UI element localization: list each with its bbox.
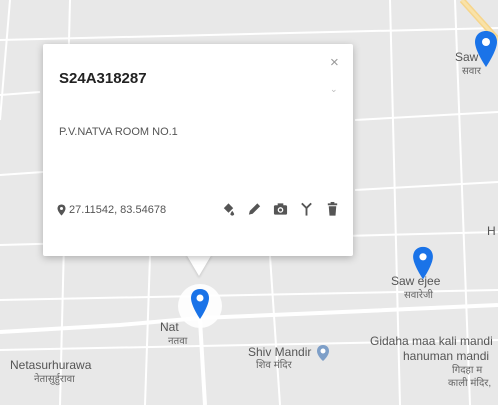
poi-label-hindi: गिदहा म	[452, 365, 483, 376]
poi-label-hindi: काली मंदिर,	[448, 378, 492, 389]
temple-poi-icon[interactable]	[316, 344, 330, 362]
poi-label-hindi: शिव मंदिर	[256, 360, 292, 371]
coordinates-row: 27.11542, 83.54678	[57, 204, 166, 216]
trash-icon[interactable]	[325, 201, 340, 217]
site-id-title: S24A318287	[59, 70, 147, 87]
site-description: P.V.NATVA ROOM NO.1	[59, 126, 178, 138]
place-label: H	[487, 224, 496, 238]
poi-label: Shiv Mandir	[248, 345, 312, 359]
selected-location-marker[interactable]	[177, 283, 223, 329]
camera-icon[interactable]	[273, 201, 288, 217]
chevron-down-icon[interactable]: ⌄	[330, 84, 338, 95]
paint-bucket-icon[interactable]	[221, 201, 236, 217]
place-label: Netasurhurawa	[10, 358, 92, 372]
place-label: Saw	[455, 50, 479, 64]
place-label: Nat	[160, 320, 179, 334]
place-label-hindi: सवारेजी	[404, 290, 434, 301]
info-popup: S24A318287 × ⌄ P.V.NATVA ROOM NO.1 27.11…	[43, 44, 353, 256]
coordinates-text: 27.11542, 83.54678	[69, 204, 167, 216]
antenna-icon[interactable]	[299, 201, 314, 217]
popup-toolbar	[221, 201, 340, 217]
place-label-hindi: नेतासुर्हुरावा	[34, 374, 75, 385]
poi-label: Gidaha maa kali mandi	[370, 334, 493, 348]
pin-icon	[57, 204, 66, 216]
place-label: Saw ejee	[391, 274, 441, 288]
poi-label: hanuman mandi	[403, 349, 490, 363]
close-icon[interactable]: ×	[330, 55, 339, 70]
place-label-hindi: नतवा	[168, 336, 188, 347]
popup-pointer	[186, 254, 212, 276]
place-label-hindi: सवार	[462, 66, 481, 77]
pencil-icon[interactable]	[247, 201, 262, 217]
